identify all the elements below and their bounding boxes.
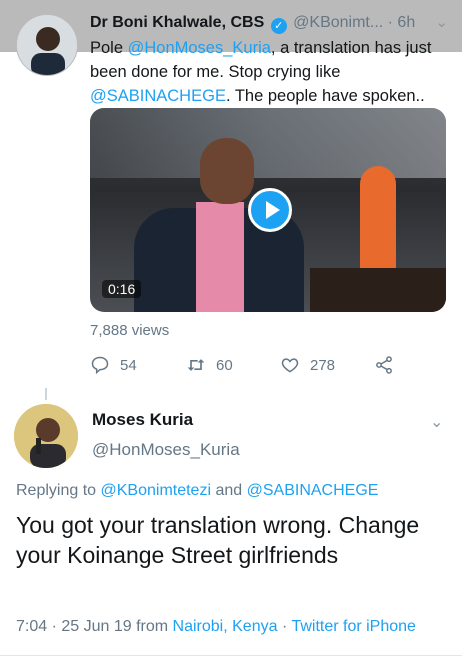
replying-label: Replying to [16,482,97,499]
location-link[interactable]: Nairobi, Kenya [173,618,278,635]
like-button[interactable]: 278 [280,352,335,378]
client-link[interactable]: Twitter for iPhone [291,618,416,635]
retweet-count: 60 [216,356,233,374]
chevron-down-icon[interactable]: ⌄ [430,412,443,432]
tweet-timestamp: 7:04 · 25 Jun 19 from [16,618,169,635]
avatar[interactable] [14,404,78,468]
person-head [200,138,254,204]
tweet-actions: 54 60 278 [90,352,420,378]
avatar-image [17,15,77,75]
like-count: 278 [310,356,336,374]
reply-button[interactable]: 54 [90,352,137,378]
author-name[interactable]: Moses Kuria [92,410,193,430]
mention-link[interactable]: @SABINACHEGE [90,87,226,105]
verified-badge-icon: ✓ [270,18,287,34]
text-part: . The people have spoken.. [225,87,425,105]
divider [0,655,462,656]
video-frame-crowd [310,268,446,312]
tweet-time: · 6h [387,14,416,31]
chevron-down-icon[interactable]: ⌄ [435,12,448,34]
tweet-header: Dr Boni Khalwale, CBS ✓ @KBonimt... · 6h… [90,12,458,36]
avatar[interactable] [16,14,78,76]
mention-link[interactable]: @KBonimtetezi [101,482,212,499]
share-icon [376,356,392,374]
text-part: Pole [90,39,128,57]
share-button[interactable] [374,352,394,378]
retweet-button[interactable]: 60 [186,352,233,378]
view-count: 7,888 views [90,322,170,339]
video-duration: 0:16 [102,280,142,298]
mention-link[interactable]: @SABINACHEGE [247,482,379,499]
tweet-text: Pole @HonMoses_Kuria, a translation has … [90,36,458,108]
thread-connector [45,388,47,400]
video-player[interactable]: 0:16 [90,108,446,312]
person-shirt [196,202,244,312]
tweet-meta: 7:04 · 25 Jun 19 from Nairobi, Kenya · T… [16,618,416,636]
reply-icon [91,356,109,375]
retweet-icon [187,359,205,371]
meta-separator: · [281,618,288,635]
author-handle[interactable]: @KBonimt... [293,14,383,31]
reply-count: 54 [120,356,137,374]
avatar-image [14,404,78,468]
replying-and: and [215,482,243,499]
replying-to: Replying to @KBonimtetezi and @SABINACHE… [16,482,378,500]
mention-link[interactable]: @HonMoses_Kuria [128,39,271,57]
heart-icon [281,358,299,373]
tweet-text: You got your translation wrong. Change y… [16,512,420,568]
play-icon[interactable] [248,188,292,232]
author-handle[interactable]: @HonMoses_Kuria [92,440,240,460]
author-name[interactable]: Dr Boni Khalwale, CBS [90,14,264,31]
